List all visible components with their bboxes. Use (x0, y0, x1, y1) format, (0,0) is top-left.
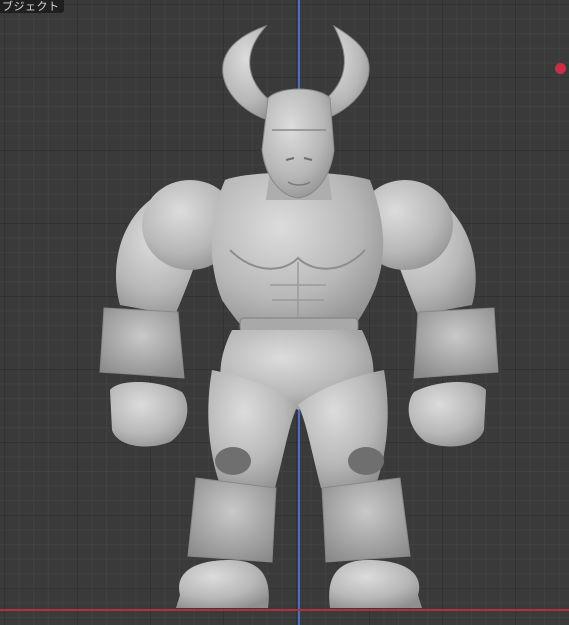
right-foot (329, 560, 422, 608)
left-knee-joint (215, 447, 251, 475)
light-marker-icon[interactable] (555, 63, 566, 74)
right-boot (321, 477, 411, 563)
belt (239, 317, 359, 333)
right-gauntlet (413, 307, 499, 379)
right-fist (408, 381, 486, 447)
left-boot (187, 477, 277, 563)
object-mode-tab[interactable]: ブジェクト (0, 0, 64, 13)
sculpted-character-model[interactable] (0, 0, 569, 625)
left-foot (176, 560, 269, 608)
3d-viewport[interactable]: ブジェクト (0, 0, 569, 625)
right-knee-joint (348, 447, 384, 475)
left-gauntlet (99, 307, 185, 379)
left-fist (110, 381, 188, 447)
head-helmet (261, 88, 335, 199)
